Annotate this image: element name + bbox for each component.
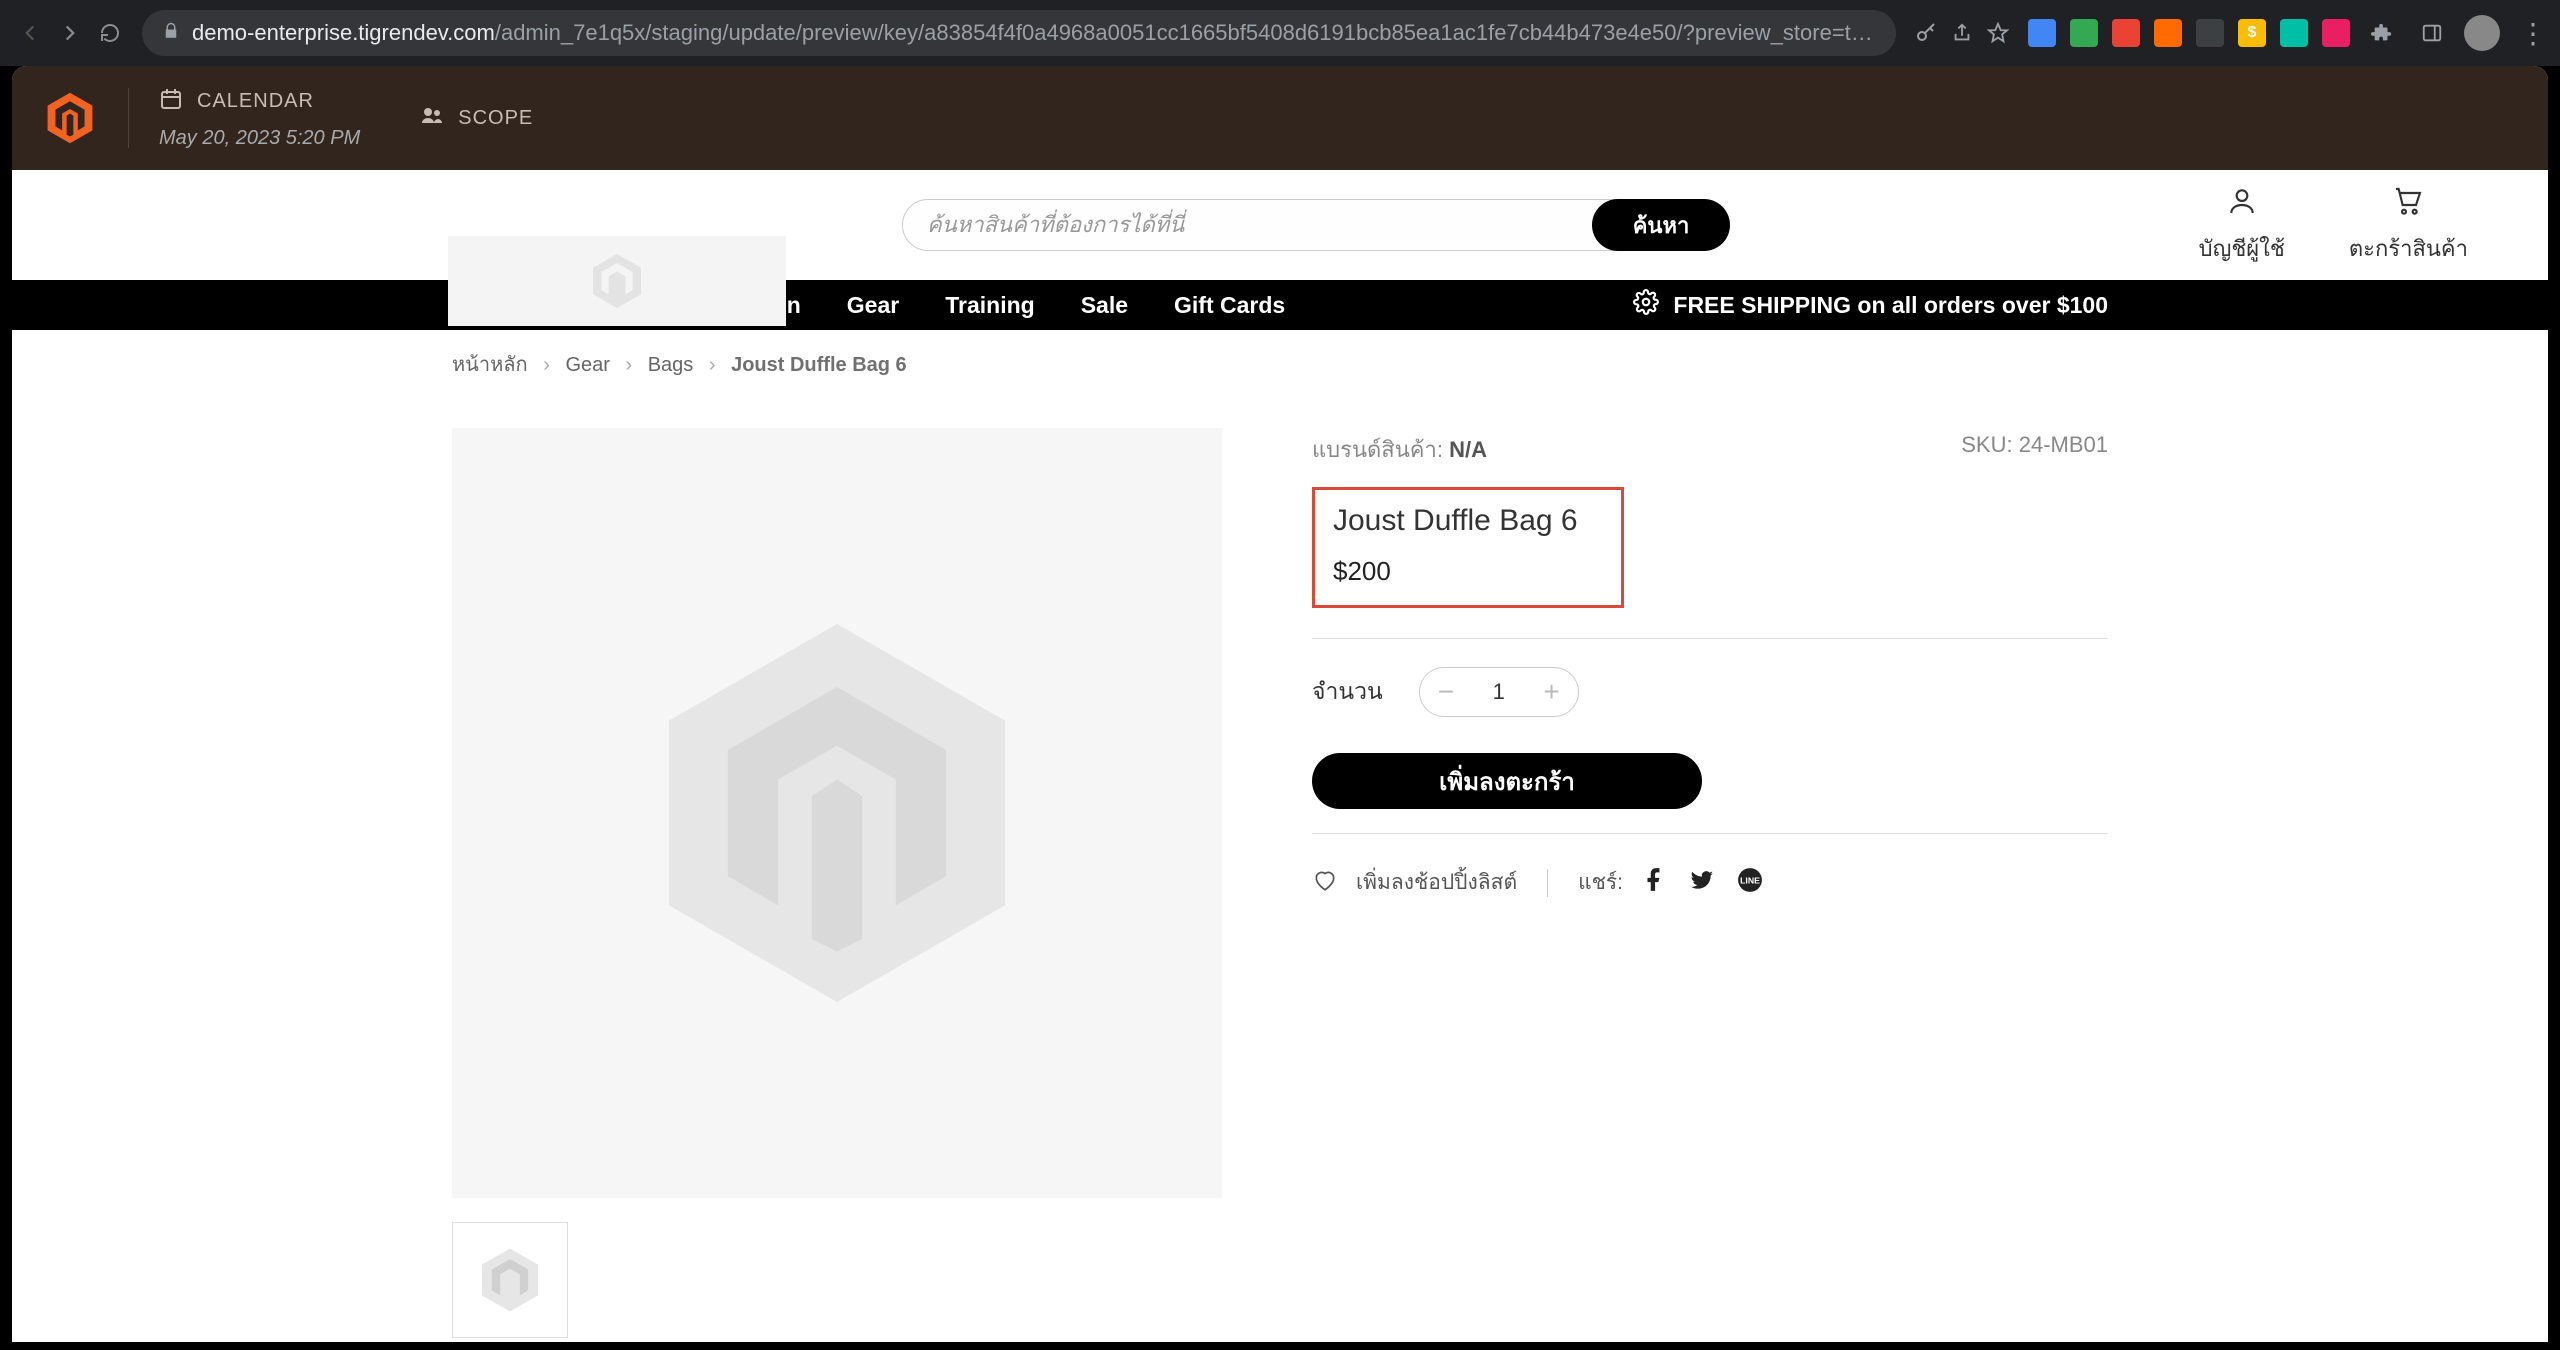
breadcrumb-current: Joust Duffle Bag 6 xyxy=(731,354,907,376)
profile-avatar[interactable] xyxy=(2464,15,2500,51)
heart-icon xyxy=(1312,867,1338,899)
admin-preview-bar: CALENDAR May 20, 2023 5:20 PM SCOPE xyxy=(12,66,2548,170)
quantity-stepper: − 1 + xyxy=(1419,667,1579,717)
breadcrumb: หน้าหลัก › Gear › Bags › Joust Duffle Ba… xyxy=(12,330,2548,398)
qty-label: จำนวน xyxy=(1312,674,1383,710)
divider xyxy=(1312,638,2108,639)
product-main-image[interactable] xyxy=(452,428,1222,1198)
nav-item-training[interactable]: Training xyxy=(945,292,1034,319)
sku-label: SKU: 24-MB01 xyxy=(1961,432,2108,467)
twitter-icon xyxy=(1689,875,1715,898)
sku-value: 24-MB01 xyxy=(2019,432,2108,457)
browser-back-button[interactable] xyxy=(10,13,50,53)
add-to-cart-button[interactable]: เพิ่มลงตะกร้า xyxy=(1312,753,1702,809)
account-label: บัญชีผู้ใช้ xyxy=(2199,231,2285,266)
qty-value: 1 xyxy=(1493,679,1505,705)
breadcrumb-bags[interactable]: Bags xyxy=(648,354,694,376)
extension-icon[interactable] xyxy=(2322,19,2350,47)
password-key-icon[interactable] xyxy=(1908,15,1944,51)
extension-icons: $ ⋮ xyxy=(2016,15,2550,51)
browser-reload-button[interactable] xyxy=(90,13,130,53)
share-icon[interactable] xyxy=(1944,15,1980,51)
separator xyxy=(1547,869,1548,897)
calendar-label: CALENDAR xyxy=(197,90,314,113)
brand-value: N/A xyxy=(1449,437,1487,462)
share-facebook[interactable] xyxy=(1641,867,1667,899)
address-bar[interactable]: demo-enterprise.tigrendev.com/admin_7e1q… xyxy=(142,10,1896,56)
promo-text: FREE SHIPPING on all orders over $100 xyxy=(1673,292,2108,319)
wishlist-link[interactable]: เพิ่มลงช้อปปิ้งลิสต์ xyxy=(1356,866,1517,899)
product-details: แบรนด์สินค้า: N/A SKU: 24-MB01 Joust Duf… xyxy=(1312,428,2108,1338)
product-thumb[interactable] xyxy=(452,1222,568,1338)
calendar-selector[interactable]: CALENDAR xyxy=(159,87,360,117)
bookmark-star-icon[interactable] xyxy=(1980,15,2016,51)
placeholder-image-icon xyxy=(627,603,1047,1023)
extension-icon[interactable] xyxy=(2028,19,2056,47)
browser-menu-icon[interactable]: ⋮ xyxy=(2514,15,2550,51)
product-gallery xyxy=(452,428,1222,1338)
nav-item-giftcards[interactable]: Gift Cards xyxy=(1174,292,1285,319)
store-logo[interactable] xyxy=(448,236,786,326)
search-input[interactable] xyxy=(902,199,1632,251)
nav-item-sale[interactable]: Sale xyxy=(1081,292,1128,319)
product-section: แบรนด์สินค้า: N/A SKU: 24-MB01 Joust Duf… xyxy=(12,398,2548,1338)
breadcrumb-gear[interactable]: Gear xyxy=(565,354,609,376)
cart-label: ตะกร้าสินค้า xyxy=(2349,231,2468,266)
search-button[interactable]: ค้นหา xyxy=(1592,199,1730,251)
store-header: ค้นหา บัญชีผู้ใช้ ตะกร้าสินค้า xyxy=(12,170,2548,280)
address-url: demo-enterprise.tigrendev.com/admin_7e1q… xyxy=(192,20,1876,46)
promo-banner: FREE SHIPPING on all orders over $100 xyxy=(1633,289,2108,321)
panel-icon[interactable] xyxy=(2414,15,2450,51)
user-icon xyxy=(2226,185,2258,223)
share-twitter[interactable] xyxy=(1689,867,1715,899)
breadcrumb-home[interactable]: หน้าหลัก xyxy=(452,354,528,376)
lock-icon xyxy=(162,20,180,46)
cart-icon xyxy=(2392,185,2424,223)
browser-chrome: demo-enterprise.tigrendev.com/admin_7e1q… xyxy=(0,0,2560,66)
qty-decrease-button[interactable]: − xyxy=(1438,676,1454,708)
scope-icon xyxy=(420,103,444,133)
extension-icon[interactable] xyxy=(2280,19,2308,47)
share-label: แชร์: xyxy=(1578,866,1623,899)
facebook-icon xyxy=(1641,875,1667,898)
magento-logo-icon[interactable] xyxy=(42,90,98,146)
browser-forward-button[interactable] xyxy=(50,13,90,53)
extension-icon[interactable]: $ xyxy=(2238,19,2266,47)
account-link[interactable]: บัญชีผู้ใช้ xyxy=(2199,185,2285,266)
extension-icon[interactable] xyxy=(2112,19,2140,47)
preview-datetime: May 20, 2023 5:20 PM xyxy=(159,127,360,150)
extension-icon[interactable] xyxy=(2196,19,2224,47)
svg-text:LINE: LINE xyxy=(1740,875,1760,885)
product-title: Joust Duffle Bag 6 xyxy=(1333,504,1603,538)
extensions-puzzle-icon[interactable] xyxy=(2364,15,2400,51)
calendar-icon xyxy=(159,87,183,117)
highlight-box: Joust Duffle Bag 6 $200 xyxy=(1312,487,1624,608)
main-nav: What's New Women Men Gear Training Sale … xyxy=(12,280,2548,330)
qty-increase-button[interactable]: + xyxy=(1543,676,1559,708)
scope-selector[interactable]: SCOPE xyxy=(420,103,533,133)
share-line[interactable]: LINE xyxy=(1737,867,1763,899)
divider xyxy=(1312,833,2108,834)
product-price: $200 xyxy=(1333,556,1603,587)
gear-icon xyxy=(1633,289,1659,321)
page-viewport: CALENDAR May 20, 2023 5:20 PM SCOPE ค้นห… xyxy=(12,66,2548,1342)
extension-icon[interactable] xyxy=(2070,19,2098,47)
placeholder-image-icon xyxy=(475,1245,545,1315)
extension-icon[interactable] xyxy=(2154,19,2182,47)
nav-item-gear[interactable]: Gear xyxy=(847,292,899,319)
brand-label: แบรนด์สินค้า: N/A xyxy=(1312,432,1487,467)
cart-link[interactable]: ตะกร้าสินค้า xyxy=(2349,185,2468,266)
scope-label: SCOPE xyxy=(458,107,533,130)
line-icon: LINE xyxy=(1737,875,1763,898)
